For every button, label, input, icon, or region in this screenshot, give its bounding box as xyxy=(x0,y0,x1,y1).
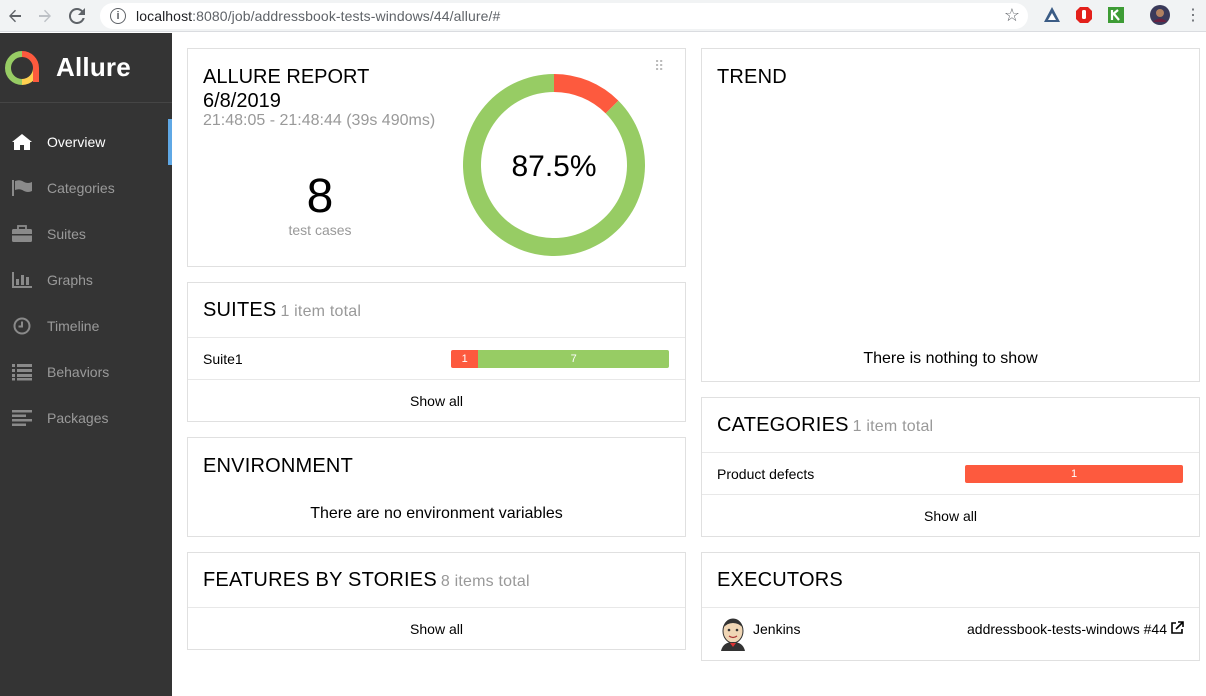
sidebar-item-label: Timeline xyxy=(47,318,100,334)
suites-count: 1 item total xyxy=(280,303,362,320)
sidebar-item-label: Suites xyxy=(47,226,86,242)
sidebar-item-behaviors[interactable]: Behaviors xyxy=(0,349,172,395)
reload-button[interactable] xyxy=(64,3,90,29)
features-show-all-link[interactable]: Show all xyxy=(188,608,685,650)
trend-title: TREND xyxy=(717,66,787,88)
forward-button[interactable] xyxy=(32,3,58,29)
report-date: 6/8/2019 xyxy=(203,90,281,112)
sidebar-item-label: Overview xyxy=(47,134,106,150)
bookmark-star-icon[interactable]: ☆ xyxy=(1004,5,1020,26)
sidebar-item-label: Categories xyxy=(47,180,115,196)
trend-empty-message: There is nothing to show xyxy=(863,350,1038,367)
allure-logo-icon xyxy=(5,50,39,85)
environment-title: ENVIRONMENT xyxy=(203,455,353,477)
arrow-right-icon xyxy=(39,9,51,23)
sidebar-item-packages[interactable]: Packages xyxy=(0,395,172,441)
features-header: FEATURES BY STORIES 8 items total xyxy=(188,553,685,608)
suite-passed-count: 7 xyxy=(570,352,577,365)
executors-title: EXECUTORS xyxy=(717,569,843,591)
sidebar-item-label: Graphs xyxy=(47,272,93,288)
extension-icon-a[interactable] xyxy=(1042,5,1062,25)
categories-header: CATEGORIES 1 item total xyxy=(702,398,1199,453)
sidebar-item-timeline[interactable]: Timeline xyxy=(0,303,172,349)
profile-avatar[interactable] xyxy=(1150,5,1170,25)
suite-status-bar[interactable]: 1 7 xyxy=(451,349,669,368)
category-status-bar[interactable]: 1 xyxy=(965,464,1183,483)
summary-widget: ALLURE REPORT 6/8/2019 21:48:05 - 21:48:… xyxy=(187,48,686,267)
sidebar-menu: Overview Categories Suites Graphs Timeli… xyxy=(0,119,172,441)
drag-handle-icon[interactable]: ⠿ xyxy=(654,59,664,73)
url-text[interactable]: localhost:8080/job/addressbook-tests-win… xyxy=(136,8,500,24)
brand[interactable]: Allure xyxy=(0,33,172,103)
home-icon xyxy=(10,132,34,152)
suites-header: SUITES 1 item total xyxy=(188,283,685,338)
categories-title: CATEGORIES xyxy=(717,414,849,436)
bar-chart-icon xyxy=(10,270,34,290)
sidebar-item-graphs[interactable]: Graphs xyxy=(0,257,172,303)
executor-row: Jenkins addressbook-tests-windows #44 xyxy=(717,617,1184,653)
category-defects-count: 1 xyxy=(1070,467,1078,480)
test-count: 8 xyxy=(306,170,334,223)
features-widget: FEATURES BY STORIES 8 items total Show al… xyxy=(187,552,686,650)
category-row[interactable]: Product defects 1 xyxy=(702,453,1199,495)
browser-menu-icon[interactable]: ⋮ xyxy=(1183,5,1203,25)
suite-row[interactable]: Suite1 1 7 xyxy=(188,338,685,380)
jenkins-logo-icon xyxy=(721,618,745,651)
environment-empty-message: There are no environment variables xyxy=(310,505,563,522)
briefcase-icon xyxy=(10,224,34,244)
categories-widget: CATEGORIES 1 item total Product defects 1… xyxy=(701,397,1200,537)
categories-show-all-link[interactable]: Show all xyxy=(702,495,1199,537)
executor-name[interactable]: Jenkins xyxy=(753,621,800,637)
sidebar: Allure Overview Categories Suites Graphs xyxy=(0,33,172,696)
suite-failed-segment[interactable]: 1 xyxy=(451,349,479,368)
sidebar-item-label: Packages xyxy=(47,410,109,426)
category-name: Product defects xyxy=(717,465,815,482)
features-count: 8 items total xyxy=(440,573,530,590)
report-time-range: 21:48:05 - 21:48:44 (39s 490ms) xyxy=(203,112,436,129)
suites-widget: SUITES 1 item total Suite1 1 7 Show all xyxy=(187,282,686,422)
arrow-left-icon xyxy=(9,9,21,23)
pass-rate-percent: 87.5% xyxy=(511,150,596,183)
brand-name: Allure xyxy=(56,52,131,82)
test-count-label: test cases xyxy=(288,222,352,238)
suites-show-all-link[interactable]: Show all xyxy=(188,380,685,422)
suite-failed-count: 1 xyxy=(461,352,468,365)
suites-title: SUITES xyxy=(203,299,277,321)
features-title: FEATURES BY STORIES xyxy=(203,569,437,591)
pass-rate-donut: 87.5% xyxy=(463,74,645,256)
executor-build-link[interactable]: addressbook-tests-windows #44 xyxy=(967,621,1167,637)
clock-icon xyxy=(10,316,34,336)
external-link-icon[interactable] xyxy=(1170,621,1184,635)
sidebar-item-categories[interactable]: Categories xyxy=(0,165,172,211)
browser-toolbar: i localhost:8080/job/addressbook-tests-w… xyxy=(0,0,1206,32)
extension-icon-k[interactable] xyxy=(1106,5,1126,25)
address-bar[interactable]: i localhost:8080/job/addressbook-tests-w… xyxy=(100,3,1028,29)
flag-icon xyxy=(10,178,34,198)
sidebar-item-label: Behaviors xyxy=(47,364,110,380)
executors-header: EXECUTORS xyxy=(702,553,1199,608)
trend-widget: TREND There is nothing to show xyxy=(701,48,1200,382)
align-left-icon xyxy=(10,408,34,428)
sidebar-item-overview[interactable]: Overview xyxy=(0,119,172,165)
reload-icon xyxy=(69,8,85,24)
executors-widget: EXECUTORS Jenkins addressbook-tests-wind… xyxy=(701,552,1200,661)
list-icon xyxy=(10,362,34,382)
adblock-extension-icon[interactable] xyxy=(1074,5,1094,25)
category-defects-segment[interactable]: 1 xyxy=(965,464,1183,483)
report-title: ALLURE REPORT xyxy=(203,66,370,88)
environment-widget: ENVIRONMENT There are no environment var… xyxy=(187,437,686,537)
back-button[interactable] xyxy=(2,3,28,29)
info-icon[interactable]: i xyxy=(110,8,126,24)
donut-failed-arc xyxy=(554,74,619,114)
sidebar-item-suites[interactable]: Suites xyxy=(0,211,172,257)
suite-name: Suite1 xyxy=(203,350,243,367)
categories-count: 1 item total xyxy=(852,418,934,435)
suite-passed-segment[interactable]: 7 xyxy=(478,349,669,368)
